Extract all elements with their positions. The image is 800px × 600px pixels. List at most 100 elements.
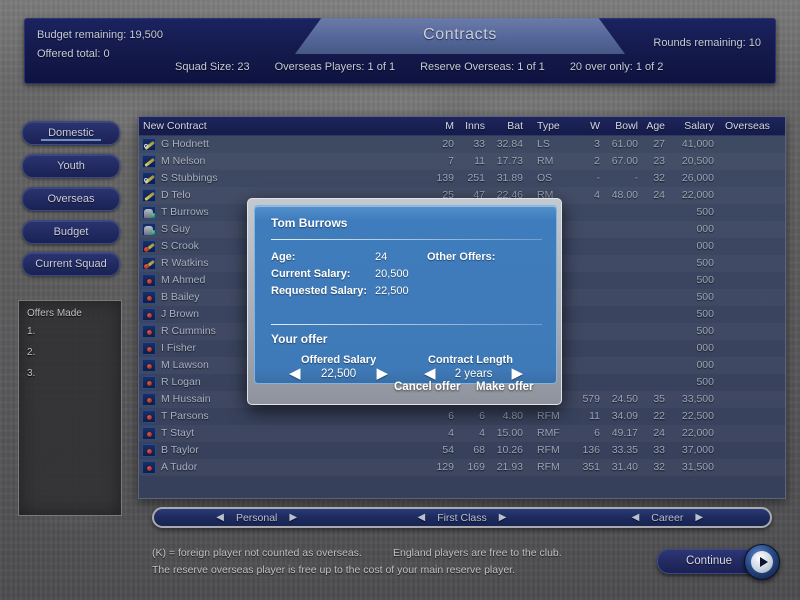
player-name: T Burrows bbox=[161, 206, 209, 218]
role-bowler-icon bbox=[142, 393, 156, 406]
role-bowler-icon bbox=[142, 325, 156, 338]
prev-arrow-icon[interactable]: ◀ bbox=[417, 512, 425, 523]
column-header-bowl[interactable]: Bowl bbox=[604, 117, 638, 136]
next-arrow-icon[interactable]: ▶ bbox=[499, 512, 507, 523]
column-header-salary[interactable]: Salary bbox=[674, 117, 714, 136]
cell-bat: 31.89 bbox=[496, 172, 523, 184]
cell-type: RM bbox=[537, 155, 554, 167]
role-bowler-icon bbox=[142, 444, 156, 457]
column-header-new-contract[interactable]: New Contract bbox=[143, 117, 207, 136]
make-offer-button[interactable]: Make offer bbox=[476, 381, 534, 393]
cell-m: 54 bbox=[442, 444, 454, 456]
offered-salary-decrement-icon[interactable]: ◀ bbox=[289, 366, 301, 381]
sidebar-item-overseas[interactable]: Overseas bbox=[22, 187, 120, 211]
column-header-age[interactable]: Age bbox=[643, 117, 665, 136]
prev-arrow-icon[interactable]: ◀ bbox=[632, 512, 640, 523]
cell-salary: 33,500 bbox=[681, 393, 714, 405]
dialog-divider-top bbox=[271, 239, 542, 240]
cell-m: 7 bbox=[448, 155, 454, 167]
page-title-text: Contracts bbox=[423, 26, 497, 43]
offered-salary-label: Offered Salary bbox=[301, 354, 377, 366]
cell-age: 32 bbox=[653, 172, 665, 184]
cell-inns: 169 bbox=[467, 461, 485, 473]
cell-inns: 251 bbox=[467, 172, 485, 184]
sidebar-item-domestic[interactable]: Domestic bbox=[22, 121, 120, 145]
column-header-inns[interactable]: Inns bbox=[457, 117, 485, 136]
cell-salary: 37,000 bbox=[681, 444, 714, 456]
column-header-w[interactable]: W bbox=[576, 117, 600, 136]
cell-age: 32 bbox=[653, 461, 665, 473]
offer-slot-1[interactable]: 1. bbox=[27, 326, 113, 337]
continue-play-icon[interactable] bbox=[744, 544, 780, 580]
role-batball-icon bbox=[142, 240, 156, 253]
next-arrow-icon[interactable]: ▶ bbox=[695, 512, 703, 523]
cell-w: - bbox=[596, 172, 601, 184]
cell-type: RMF bbox=[537, 427, 560, 439]
table-row[interactable]: M Nelson 7 11 17.73 RM 2 67.00 23 20,500 bbox=[139, 153, 785, 170]
cell-m: 6 bbox=[448, 410, 454, 422]
cell-bat: 17.73 bbox=[496, 155, 523, 167]
column-header-m[interactable]: M bbox=[428, 117, 454, 136]
player-name: M Lawson bbox=[161, 359, 209, 371]
table-row[interactable]: G Hodnett 20 33 32.84 LS 3 61.00 27 41,000 bbox=[139, 136, 785, 153]
cell-age: 22 bbox=[653, 410, 665, 422]
sidebar-item-current-squad[interactable]: Current Squad bbox=[22, 252, 120, 276]
offer-slot-2[interactable]: 2. bbox=[27, 347, 113, 358]
player-name: B Taylor bbox=[161, 444, 199, 456]
dialog-action-bar: Cancel offer Make offer bbox=[248, 381, 561, 399]
tab-first-class[interactable]: ◀ First Class ▶ bbox=[359, 509, 564, 526]
sidebar-item-budget[interactable]: Budget bbox=[22, 220, 120, 244]
tab-career[interactable]: ◀ Career ▶ bbox=[565, 509, 770, 526]
next-arrow-icon[interactable]: ▶ bbox=[289, 512, 297, 523]
cell-m: 4 bbox=[448, 427, 454, 439]
cell-salary: 22,500 bbox=[681, 410, 714, 422]
contract-offer-dialog: Tom Burrows Age: 24 Other Offers: Curren… bbox=[247, 198, 562, 405]
table-row[interactable]: A Tudor 129 169 21.93 RFM 351 31.40 32 31,500 bbox=[139, 459, 785, 476]
sidebar-item-youth[interactable]: Youth bbox=[22, 154, 120, 178]
cell-w: 11 bbox=[589, 410, 600, 422]
table-row[interactable]: T Stayt 4 4 15.00 RMF 6 49.17 24 22,000 bbox=[139, 425, 785, 442]
contract-length-stepper[interactable]: ◀ 2 years ▶ bbox=[424, 366, 523, 381]
cell-salary: 500 bbox=[696, 308, 714, 320]
role-allrounder-icon bbox=[142, 138, 156, 151]
prev-arrow-icon[interactable]: ◀ bbox=[216, 512, 224, 523]
offered-salary-stepper[interactable]: ◀ 22,500 ▶ bbox=[289, 366, 388, 381]
role-batsman-icon bbox=[142, 189, 156, 202]
cell-salary: 000 bbox=[696, 359, 714, 371]
cell-salary: 500 bbox=[696, 257, 714, 269]
cancel-offer-button[interactable]: Cancel offer bbox=[394, 381, 460, 393]
contract-length-increment-icon[interactable]: ▶ bbox=[512, 366, 524, 381]
player-name: R Watkins bbox=[161, 257, 209, 269]
cell-age: 23 bbox=[653, 155, 665, 167]
cell-salary: 22,000 bbox=[681, 189, 714, 201]
offered-salary-increment-icon[interactable]: ▶ bbox=[377, 366, 389, 381]
table-row[interactable]: T Parsons 6 6 4.80 RFM 11 34.09 22 22,500 bbox=[139, 408, 785, 425]
cell-age: 24 bbox=[653, 189, 665, 201]
cell-w: 3 bbox=[594, 138, 600, 150]
cell-inns: 4 bbox=[479, 427, 485, 439]
offer-slot-3[interactable]: 3. bbox=[27, 368, 113, 379]
tab-personal[interactable]: ◀ Personal ▶ bbox=[154, 509, 359, 526]
role-bowler-icon bbox=[142, 291, 156, 304]
dialog-requested-salary-value: 22,500 bbox=[375, 285, 409, 297]
contract-length-decrement-icon[interactable]: ◀ bbox=[424, 366, 436, 381]
dialog-current-salary-value: 20,500 bbox=[375, 268, 409, 280]
player-name: D Telo bbox=[161, 189, 191, 201]
column-header-bat[interactable]: Bat bbox=[489, 117, 523, 136]
stat-20-over-only: 20 over only: 1 of 2 bbox=[569, 61, 664, 73]
dialog-divider-bottom bbox=[271, 324, 542, 325]
footer-note-england-players: England players are free to the club. bbox=[393, 547, 562, 559]
column-header-type[interactable]: Type bbox=[537, 117, 560, 136]
dialog-age-label: Age: bbox=[271, 251, 296, 263]
player-name: T Parsons bbox=[161, 410, 209, 422]
cell-salary: 500 bbox=[696, 376, 714, 388]
role-bowler-icon bbox=[142, 308, 156, 321]
table-row[interactable]: B Taylor 54 68 10.26 RFM 136 33.35 33 37,000 bbox=[139, 442, 785, 459]
cell-salary: 000 bbox=[696, 240, 714, 252]
column-header-overseas[interactable]: Overseas bbox=[725, 117, 770, 136]
player-name: B Bailey bbox=[161, 291, 200, 303]
table-row[interactable]: S Stubbings 139 251 31.89 OS - - 32 26,000 bbox=[139, 170, 785, 187]
cell-salary: 500 bbox=[696, 291, 714, 303]
player-name: S Stubbings bbox=[161, 172, 218, 184]
cell-salary: 20,500 bbox=[681, 155, 714, 167]
